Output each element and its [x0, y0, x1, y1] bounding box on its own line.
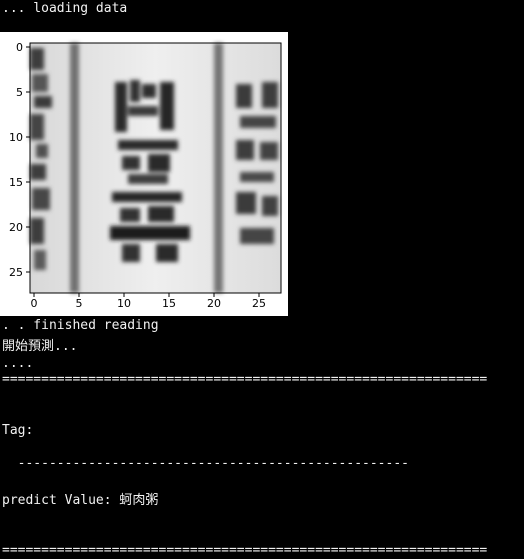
x-tick-label: 0 [31, 297, 38, 310]
x-tick-label: 15 [162, 297, 176, 310]
separator-top: ========================================… [2, 372, 488, 387]
start-predict-line: 開始預測... [2, 339, 78, 354]
separator-bottom: ========================================… [2, 543, 488, 558]
loading-data-line: ... loading data [2, 1, 128, 16]
y-tick-label: 5 [16, 86, 23, 99]
x-tick-label: 10 [117, 297, 131, 310]
y-tick-label: 10 [9, 131, 23, 144]
digit-image [30, 43, 281, 293]
tag-label: Tag: [2, 423, 34, 438]
dash-separator: ----------------------------------------… [2, 456, 409, 471]
predict-value-line: predict Value: 蚵肉粥 [2, 492, 158, 509]
predict-value: 蚵肉粥 [119, 493, 159, 508]
progress-dots-line: .... [2, 356, 34, 371]
y-tick-label: 25 [9, 266, 23, 279]
y-axis: 0 5 10 15 20 25 [9, 41, 30, 279]
x-tick-label: 20 [207, 297, 221, 310]
predict-label: predict Value: [2, 493, 120, 508]
finished-reading-line: . . finished reading [2, 318, 159, 333]
y-tick-label: 20 [9, 221, 23, 234]
y-tick-label: 15 [9, 176, 23, 189]
sample-image-plot: 0 5 10 15 20 25 0 5 10 15 20 25 [0, 32, 288, 316]
x-tick-label: 25 [252, 297, 266, 310]
x-axis: 0 5 10 15 20 25 [31, 293, 266, 310]
y-tick-label: 0 [16, 41, 23, 54]
x-tick-label: 5 [76, 297, 83, 310]
image-plot-svg: 0 5 10 15 20 25 0 5 10 15 20 25 [9, 41, 282, 310]
